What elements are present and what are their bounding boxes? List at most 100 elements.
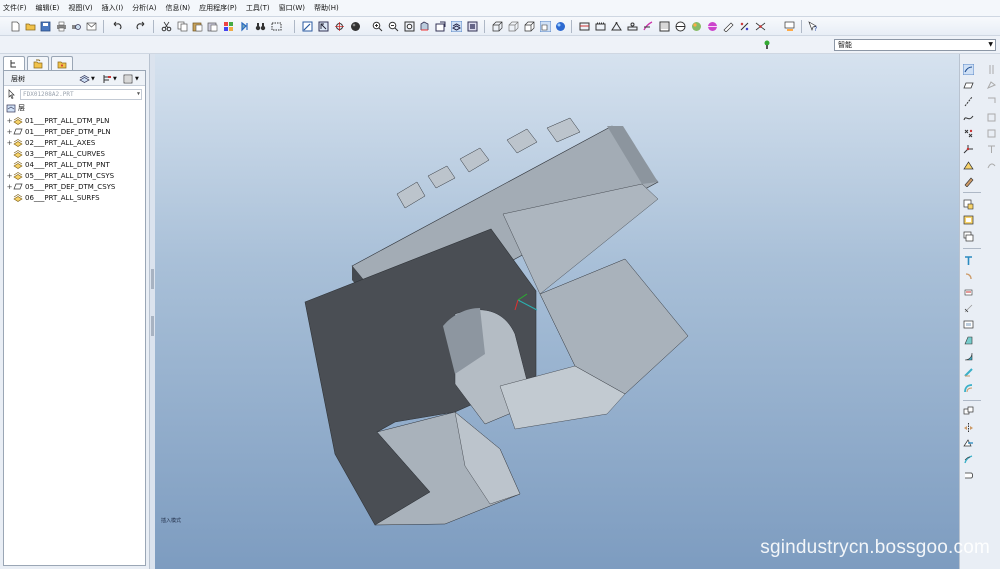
find-icon[interactable] [239, 21, 250, 32]
layer-menu-button[interactable]: ▼ [79, 73, 98, 84]
layer-item[interactable]: + 05___PRT_DEF_DTM_CSYS [6, 181, 116, 192]
zoom-out-icon[interactable] [388, 21, 399, 32]
menu-insert[interactable]: 插入(I) [102, 1, 124, 16]
named-views-icon[interactable] [435, 21, 446, 32]
layer-item[interactable]: + 01___PRT_DEF_DTM_PLN [6, 126, 111, 137]
pointer-icon[interactable] [7, 89, 17, 99]
analysis-feature-icon[interactable] [963, 160, 974, 171]
zoom-in-icon[interactable] [372, 21, 383, 32]
swoosh-small-icon[interactable] [986, 160, 997, 171]
spin-center-icon[interactable] [334, 21, 345, 32]
round-icon[interactable] [963, 351, 974, 362]
sash-grip[interactable] [151, 269, 154, 289]
shading-icon[interactable] [540, 21, 551, 32]
cut-icon[interactable] [161, 21, 172, 32]
model-tree-tab[interactable] [3, 56, 25, 70]
layers-icon[interactable] [451, 21, 462, 32]
layer-item[interactable]: + 01___PRT_ALL_DTM_PLN [6, 115, 109, 126]
reorient-icon[interactable] [419, 21, 430, 32]
expand-icon[interactable]: + [6, 117, 13, 125]
layer-item[interactable]: 04___PRT_ALL_DTM_PNT [6, 159, 110, 170]
datum-plane-display-icon[interactable] [579, 21, 590, 32]
plane-tool-icon[interactable] [963, 80, 974, 91]
layer-item[interactable]: + 05___PRT_ALL_DTM_CSYS [6, 170, 114, 181]
offset-icon[interactable] [963, 470, 974, 481]
print-icon[interactable] [56, 21, 67, 32]
style-icon[interactable] [963, 176, 974, 187]
menu-applications[interactable]: 应用程序(P) [199, 1, 237, 16]
new-file-icon[interactable] [10, 21, 21, 32]
revolve-icon[interactable] [963, 271, 974, 282]
email-icon[interactable] [86, 21, 97, 32]
tee-small-icon[interactable] [986, 144, 997, 155]
spot-light-icon[interactable] [691, 21, 702, 32]
draft-icon[interactable] [963, 335, 974, 346]
paste-icon[interactable] [192, 21, 203, 32]
shell-icon[interactable] [963, 319, 974, 330]
annotation-display-icon[interactable] [643, 21, 654, 32]
expand-icon[interactable]: + [6, 172, 13, 180]
layer-item[interactable]: 03___PRT_ALL_CURVES [6, 148, 105, 159]
menu-view[interactable]: 视图(V) [68, 1, 92, 16]
pattern-icon[interactable] [963, 454, 974, 465]
point-display-icon[interactable] [611, 21, 622, 32]
view-manager-icon[interactable] [467, 21, 478, 32]
mirror-icon[interactable] [963, 406, 974, 417]
save-icon[interactable] [40, 21, 51, 32]
appearance-icon[interactable] [659, 21, 670, 32]
measure-icon[interactable] [723, 21, 734, 32]
boundary-blend-icon[interactable] [963, 303, 974, 314]
menu-window[interactable]: 窗口(W) [279, 1, 305, 16]
paste-special-icon[interactable] [207, 21, 218, 32]
layer-tree-root[interactable]: 层 [6, 103, 25, 113]
favorites-tab[interactable] [51, 56, 73, 70]
copy-geometry-icon[interactable] [963, 231, 974, 242]
chamfer-icon[interactable] [963, 367, 974, 378]
box-small-icon[interactable] [986, 128, 997, 139]
axis-tool-icon[interactable] [963, 96, 974, 107]
binoculars-icon[interactable] [255, 21, 266, 32]
user-defined-feature-icon[interactable] [963, 215, 974, 226]
menu-info[interactable]: 信息(N) [165, 1, 190, 16]
layer-tools-button[interactable]: ▼ [101, 73, 120, 84]
selection-filter-select[interactable]: 智能 ▼ [834, 39, 996, 51]
undo-icon[interactable] [112, 21, 123, 32]
expand-icon[interactable]: + [6, 183, 13, 191]
csys-display-icon[interactable] [627, 21, 638, 32]
point-tool-icon[interactable] [963, 128, 974, 139]
repaint-icon[interactable] [302, 21, 313, 32]
extrude-icon[interactable] [963, 255, 974, 266]
surface-small-icon[interactable] [986, 80, 997, 91]
view-options-icon[interactable] [784, 21, 795, 32]
section-icon[interactable] [739, 21, 750, 32]
copy-icon[interactable] [177, 21, 188, 32]
curve-tool-icon[interactable] [963, 112, 974, 123]
expand-icon[interactable]: + [6, 139, 13, 147]
layer-settings-button[interactable]: ▼ [123, 73, 142, 84]
active-model-select[interactable]: FDX01208A2.PRT ▼ [20, 89, 142, 100]
menu-help[interactable]: 帮助(H) [314, 1, 339, 16]
plane-icon[interactable] [755, 21, 766, 32]
select-box-icon[interactable] [271, 21, 282, 32]
sash-grip[interactable] [151, 316, 154, 336]
context-help-icon[interactable]: ? [808, 21, 819, 32]
graphics-viewport[interactable]: 插入模式 [155, 54, 959, 569]
open-folder-icon[interactable] [25, 21, 36, 32]
hidden-line-icon[interactable] [508, 21, 519, 32]
scene-icon[interactable] [675, 21, 686, 32]
menu-file[interactable]: 文件(F) [3, 1, 27, 16]
merge-icon[interactable] [963, 422, 974, 433]
regenerate-icon[interactable] [223, 21, 234, 32]
print-preview-icon[interactable] [71, 21, 82, 32]
refit-icon[interactable] [404, 21, 415, 32]
trim-icon[interactable] [963, 438, 974, 449]
menu-edit[interactable]: 编辑(E) [36, 1, 60, 16]
wireframe-icon[interactable] [492, 21, 503, 32]
variable-section-sweep-icon[interactable] [963, 287, 974, 298]
redo-icon[interactable] [135, 21, 146, 32]
csys-tool-icon[interactable] [963, 144, 974, 155]
insert-shared-data-icon[interactable] [963, 199, 974, 210]
orient-icon[interactable] [318, 21, 329, 32]
rib-icon[interactable] [963, 383, 974, 394]
expand-icon[interactable]: + [6, 128, 13, 136]
